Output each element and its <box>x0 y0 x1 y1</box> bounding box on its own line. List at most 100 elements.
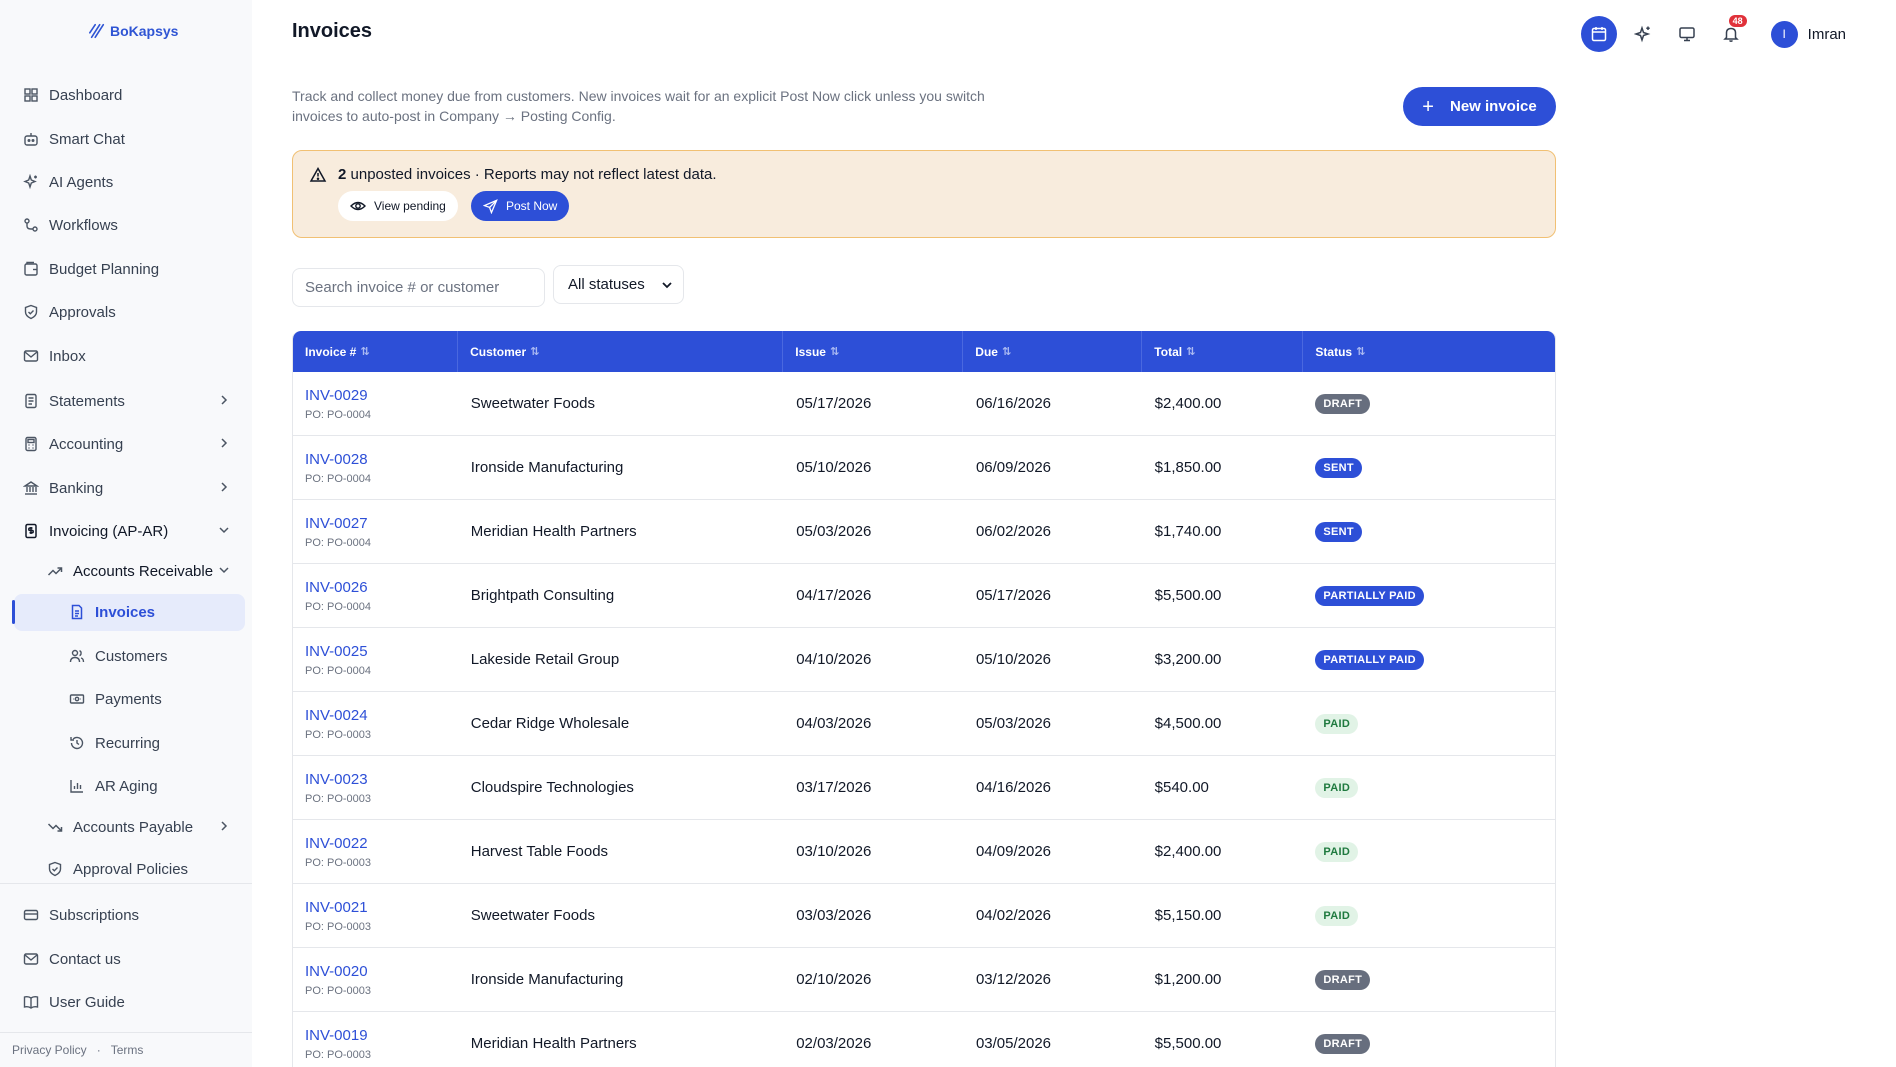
invoice-cell: INV-0022 PO: PO-0003 <box>293 835 458 869</box>
brand-logo[interactable]: BoKapsys <box>88 22 178 40</box>
sidebar-item-payments[interactable]: Payments <box>68 685 162 713</box>
sidebar-item-ai-agents[interactable]: AI Agents <box>22 168 113 196</box>
table-row[interactable]: INV-0022 PO: PO-0003 Harvest Table Foods … <box>293 820 1555 884</box>
search-input[interactable] <box>292 268 545 307</box>
invoice-cell: INV-0023 PO: PO-0003 <box>293 771 458 805</box>
invoice-cell: INV-0019 PO: PO-0003 <box>293 1027 458 1061</box>
column-header-status[interactable]: Status ⇅ <box>1303 345 1555 359</box>
sidebar-item-subscriptions[interactable]: Subscriptions <box>22 901 139 929</box>
invoice-number-link[interactable]: INV-0025 <box>305 643 458 660</box>
total-cell: $1,740.00 <box>1154 523 1222 540</box>
new-invoice-button[interactable]: + New invoice <box>1403 87 1556 126</box>
sidebar-item-dashboard[interactable]: Dashboard <box>22 81 122 109</box>
bot-icon <box>22 131 39 148</box>
sidebar-item-label: Workflows <box>49 216 118 234</box>
due-date-cell: 06/02/2026 <box>975 523 1052 540</box>
customer-cell: Harvest Table Foods <box>470 843 609 860</box>
invoice-number-link[interactable]: INV-0027 <box>305 515 458 532</box>
sidebar-item-invoicing[interactable]: Invoicing (AP-AR) <box>0 517 252 545</box>
sidebar-item-budget-planning[interactable]: Budget Planning <box>22 255 159 283</box>
sidebar-item-customers[interactable]: Customers <box>68 642 168 670</box>
sidebar-group-accounts-receivable[interactable]: Accounts Receivable <box>0 557 252 585</box>
sidebar-item-accounting-inner: Accounting <box>22 430 123 458</box>
privacy-policy-link[interactable]: Privacy Policy <box>12 1043 87 1057</box>
po-reference: PO: PO-0004 <box>305 408 372 421</box>
sparkles-icon <box>22 174 39 191</box>
table-row[interactable]: INV-0026 PO: PO-0004 Brightpath Consultin… <box>293 564 1555 628</box>
due-date-cell: 04/09/2026 <box>975 843 1052 860</box>
table-row[interactable]: INV-0029 PO: PO-0004 Sweetwater Foods 05/… <box>293 372 1555 436</box>
sidebar-item-ar-aging[interactable]: AR Aging <box>68 772 158 800</box>
table-row[interactable]: INV-0027 PO: PO-0004 Meridian Health Part… <box>293 500 1555 564</box>
status-badge: DRAFT <box>1315 969 1371 990</box>
customer-cell: Cedar Ridge Wholesale <box>470 715 630 732</box>
sidebar-item-recurring[interactable]: Recurring <box>68 729 160 757</box>
column-header-label: Status <box>1315 344 1353 359</box>
table-row[interactable]: INV-0021 PO: PO-0003 Sweetwater Foods 03/… <box>293 884 1555 948</box>
invoice-number-link[interactable]: INV-0024 <box>305 707 458 724</box>
sidebar-item-approval-policies[interactable]: Approval Policies <box>46 855 188 883</box>
table-row[interactable]: INV-0020 PO: PO-0003 Ironside Manufacturi… <box>293 948 1555 1012</box>
po-reference: PO: PO-0003 <box>305 1048 372 1061</box>
invoice-number-link[interactable]: INV-0028 <box>305 451 458 468</box>
invoice-cell: INV-0029 PO: PO-0004 <box>293 387 458 421</box>
table-row[interactable]: INV-0028 PO: PO-0004 Ironside Manufacturi… <box>293 436 1555 500</box>
invoice-number-link[interactable]: INV-0022 <box>305 835 458 852</box>
invoice-number-link[interactable]: INV-0021 <box>305 899 458 916</box>
sidebar-item-user-guide[interactable]: User Guide <box>22 988 125 1016</box>
terms-link[interactable]: Terms <box>111 1043 144 1057</box>
total-cell: $5,500.00 <box>1154 587 1222 604</box>
table-row[interactable]: INV-0025 PO: PO-0004 Lakeside Retail Grou… <box>293 628 1555 692</box>
view-pending-button[interactable]: View pending <box>338 191 458 221</box>
sidebar-group-accounts-payable[interactable]: Accounts Payable <box>0 813 252 841</box>
po-reference: PO: PO-0004 <box>305 472 372 485</box>
chevron-right-icon <box>221 438 228 448</box>
sidebar-item-inbox[interactable]: Inbox <box>22 342 86 370</box>
trending-up-icon <box>46 563 63 580</box>
invoice-number-link[interactable]: INV-0023 <box>305 771 458 788</box>
monitor-button[interactable] <box>1669 16 1705 52</box>
trending-down-icon <box>46 819 63 836</box>
customer-cell: Cloudspire Technologies <box>470 779 634 796</box>
table-row[interactable]: INV-0019 PO: PO-0003 Meridian Health Part… <box>293 1012 1555 1067</box>
sidebar-item-banking[interactable]: Banking <box>0 474 252 502</box>
column-header-invoice[interactable]: Invoice # ⇅ <box>293 345 457 359</box>
status-cell: PAID <box>1302 713 1555 734</box>
table-row[interactable]: INV-0024 PO: PO-0003 Cedar Ridge Wholesal… <box>293 692 1555 756</box>
mail-icon <box>22 951 39 968</box>
column-header-due[interactable]: Due ⇅ <box>963 345 1141 359</box>
invoice-number-link[interactable]: INV-0019 <box>305 1027 458 1044</box>
sidebar-item-approvals[interactable]: Approvals <box>22 298 116 326</box>
sidebar-item-invoicing-inner: Invoicing (AP-AR) <box>22 517 168 545</box>
issue-date-cell: 05/03/2026 <box>796 523 872 540</box>
sidebar-item-workflows[interactable]: Workflows <box>22 211 118 239</box>
sidebar-item-accounting[interactable]: Accounting <box>0 430 252 458</box>
invoice-number-link[interactable]: INV-0020 <box>305 963 458 980</box>
user-menu[interactable]: I Imran <box>1770 20 1846 48</box>
calendar-button[interactable] <box>1580 16 1617 52</box>
column-header-issue[interactable]: Issue ⇅ <box>783 345 962 359</box>
invoice-number-link[interactable]: INV-0026 <box>305 579 458 596</box>
sidebar-item-banking-inner: Banking <box>22 474 103 502</box>
total-cell: $4,500.00 <box>1154 715 1222 732</box>
ai-sparkle-button[interactable] <box>1625 16 1661 52</box>
issue-date-cell: 02/03/2026 <box>796 1035 872 1052</box>
column-header-total[interactable]: Total ⇅ <box>1142 345 1302 359</box>
sidebar-item-label: User Guide <box>49 993 125 1011</box>
sidebar-item-smart-chat[interactable]: Smart Chat <box>22 125 125 153</box>
table-row[interactable]: INV-0023 PO: PO-0003 Cloudspire Technolog… <box>293 756 1555 820</box>
invoice-number-link[interactable]: INV-0029 <box>305 387 458 404</box>
status-filter-select[interactable]: All statuses <box>553 265 684 304</box>
notifications-button[interactable]: 48 <box>1713 15 1749 52</box>
sidebar-item-invoices[interactable]: Invoices <box>68 598 155 626</box>
total-cell: $5,500.00 <box>1154 1035 1222 1052</box>
grid-icon <box>22 87 39 104</box>
sidebar-item-statements[interactable]: Statements <box>0 387 252 415</box>
column-header-customer[interactable]: Customer ⇅ <box>458 345 782 359</box>
file-icon <box>68 604 85 621</box>
plus-icon: + <box>1422 95 1434 118</box>
post-now-button[interactable]: Post Now <box>471 191 570 221</box>
sidebar-item-contact-us[interactable]: Contact us <box>22 945 121 973</box>
po-reference: PO: PO-0003 <box>305 792 372 805</box>
user-name: Imran <box>1807 25 1846 43</box>
